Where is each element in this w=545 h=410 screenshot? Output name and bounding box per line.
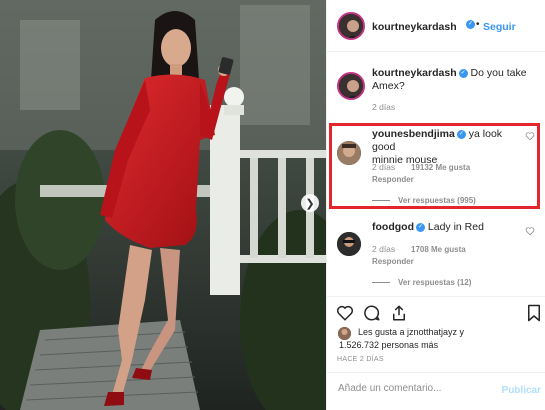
comment-username[interactable]: foodgod: [372, 221, 414, 233]
separator-dot: •: [476, 19, 480, 30]
verified-badge-icon: ✓: [466, 20, 475, 29]
follow-button[interactable]: Seguir: [483, 21, 516, 33]
like-heart-icon[interactable]: [336, 304, 354, 322]
comment-text-1: Lady in Red: [427, 221, 484, 233]
verified-badge-icon: ✓: [458, 68, 468, 78]
view-replies-button[interactable]: Ver respuestas (12): [372, 278, 471, 287]
caption-time: 2 días: [372, 102, 396, 112]
comment-time: 2 días: [372, 244, 396, 254]
reply-button[interactable]: Responder: [372, 257, 414, 266]
action-bar: Les gusta a jznotthatjayz y 1.526.732 pe…: [326, 296, 545, 363]
caption-avatar[interactable]: [337, 72, 365, 100]
verified-badge-icon: ✓: [415, 222, 425, 232]
like-comment-heart-icon[interactable]: [525, 226, 535, 236]
caption-text-1: Do you take: [470, 67, 527, 79]
caption-username[interactable]: kourtneykardash: [372, 67, 457, 79]
share-icon[interactable]: [390, 304, 408, 322]
comment-likes[interactable]: 1708 Me gusta: [411, 245, 466, 254]
post-header: kourtneykardash ✓ • Seguir: [327, 0, 545, 52]
comment-icon[interactable]: [363, 304, 381, 322]
chevron-right-icon: ❯: [305, 197, 315, 210]
liker-avatar[interactable]: [338, 327, 351, 340]
add-comment-bar: Publicar: [326, 372, 545, 410]
caption-text-2: Amex?: [372, 80, 405, 92]
author-username[interactable]: kourtneykardash: [372, 21, 457, 33]
divider-line: [372, 282, 390, 284]
view-replies-label: Ver respuestas (12): [398, 278, 472, 287]
bookmark-icon[interactable]: [526, 304, 542, 322]
commenter-avatar[interactable]: [337, 232, 361, 256]
next-photo-button[interactable]: ❯: [301, 194, 319, 212]
post-photo[interactable]: [0, 0, 326, 410]
post-timestamp: HACE 2 DÍAS: [337, 356, 384, 363]
likes-line-1[interactable]: Les gusta a jznotthatjayz y: [358, 327, 464, 337]
publish-button[interactable]: Publicar: [502, 385, 541, 396]
author-avatar[interactable]: [337, 12, 365, 40]
likes-line-2[interactable]: 1.526.732 personas más: [339, 340, 438, 350]
comment-input[interactable]: [336, 382, 490, 395]
highlight-box: [329, 123, 540, 209]
